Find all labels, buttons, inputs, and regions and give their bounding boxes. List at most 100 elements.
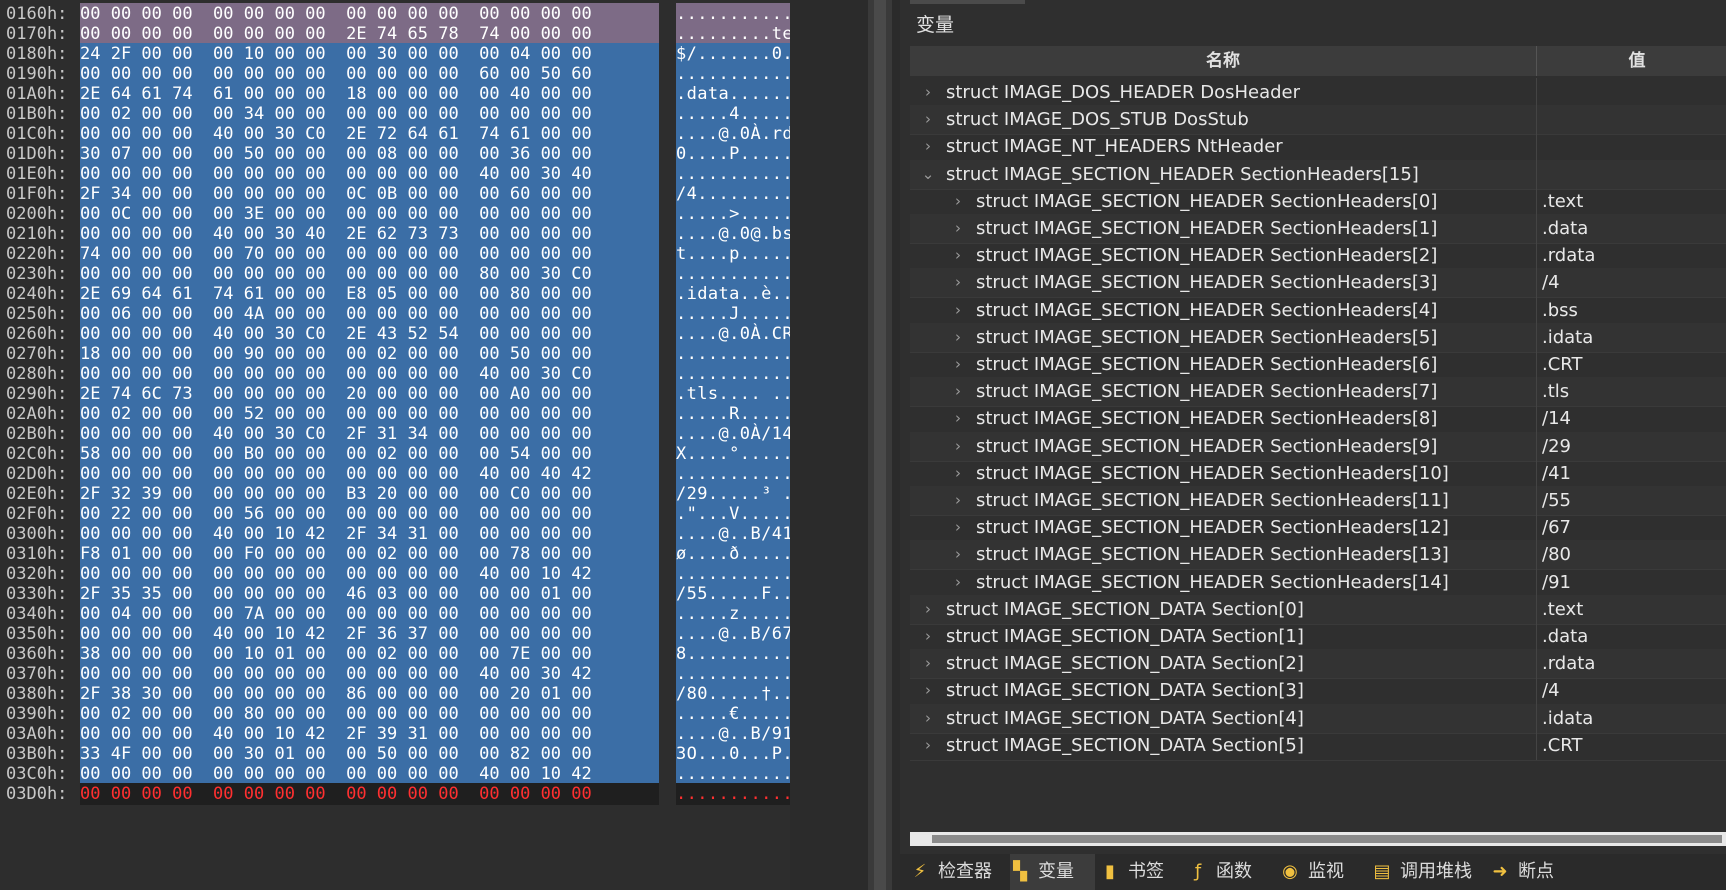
- hex-row[interactable]: 01D0h: 30 07 00 00 00 50 00 00 00 08 00 0…: [0, 143, 790, 165]
- tree-node[interactable]: › struct IMAGE_NT_HEADERS NtHeader: [910, 132, 1726, 163]
- hex-row[interactable]: 0340h: 00 04 00 00 00 7A 00 00 00 00 00 0…: [0, 603, 790, 625]
- hex-ascii[interactable]: .....J..........: [676, 303, 790, 325]
- chevron-right-icon[interactable]: ›: [920, 649, 936, 678]
- hex-ascii[interactable]: ....@..B/67.....: [676, 623, 790, 645]
- hex-ascii[interactable]: ............@.0À: [676, 363, 790, 385]
- hex-row[interactable]: 02E0h: 2F 32 39 00 00 00 00 00 B3 20 00 0…: [0, 483, 790, 505]
- hex-bytes[interactable]: 00 00 00 00 40 00 30 C0 2E 43 52 54 00 0…: [80, 323, 659, 345]
- hex-row[interactable]: 01C0h: 00 00 00 00 40 00 30 C0 2E 72 64 6…: [0, 123, 790, 145]
- hex-bytes[interactable]: 18 00 00 00 00 90 00 00 00 02 00 00 00 5…: [80, 343, 659, 365]
- tree-node[interactable]: › struct IMAGE_SECTION_HEADER SectionHead…: [910, 268, 1726, 299]
- hex-ascii[interactable]: .idata..è....€..: [676, 283, 790, 305]
- tab-eye[interactable]: ◉ 监视: [1280, 854, 1368, 890]
- hex-editor[interactable]: 0160h: 00 00 00 00 00 00 00 00 00 00 00 0…: [0, 0, 790, 890]
- hex-ascii[interactable]: ....@..B/41.....: [676, 523, 790, 545]
- tree-node[interactable]: › struct IMAGE_SECTION_DATA Section[5] .CR…: [910, 730, 1726, 761]
- hex-bytes[interactable]: 74 00 00 00 00 70 00 00 00 00 00 00 00 0…: [80, 243, 659, 265]
- hex-row[interactable]: 02B0h: 00 00 00 00 40 00 30 C0 2F 31 34 0…: [0, 423, 790, 445]
- hex-row[interactable]: 01F0h: 2F 34 00 00 00 00 00 00 0C 0B 00 0…: [0, 183, 790, 205]
- hex-row[interactable]: 01E0h: 00 00 00 00 00 00 00 00 00 00 00 0…: [0, 163, 790, 185]
- hex-ascii[interactable]: .tls.... .... ..: [676, 383, 790, 405]
- hex-ascii[interactable]: ............@.0B: [676, 663, 790, 685]
- hex-row[interactable]: 0300h: 00 00 00 00 40 00 10 42 2F 34 31 0…: [0, 523, 790, 545]
- hex-bytes[interactable]: 30 07 00 00 00 50 00 00 00 08 00 00 00 3…: [80, 143, 659, 165]
- hex-bytes[interactable]: 00 00 00 00 00 00 00 00 00 00 00 00 40 0…: [80, 663, 659, 685]
- hex-ascii[interactable]: ............`.P`: [676, 63, 790, 85]
- chevron-right-icon[interactable]: ›: [920, 105, 936, 134]
- hex-bytes[interactable]: 2F 35 35 00 00 00 00 00 46 03 00 00 00 0…: [80, 583, 659, 605]
- hex-ascii[interactable]: ....@.0À.rdata..: [676, 123, 790, 145]
- hex-row[interactable]: 0380h: 2F 38 30 00 00 00 00 00 86 00 00 0…: [0, 683, 790, 705]
- hex-bytes[interactable]: 00 00 00 00 00 00 00 00 00 00 00 00 40 0…: [80, 463, 659, 485]
- hex-bytes[interactable]: 00 00 00 00 40 00 30 C0 2E 72 64 61 74 6…: [80, 123, 659, 145]
- chevron-right-icon[interactable]: ›: [950, 540, 966, 569]
- chevron-right-icon[interactable]: ›: [950, 404, 966, 433]
- hex-bytes[interactable]: 2E 64 61 74 61 00 00 00 18 00 00 00 00 4…: [80, 83, 659, 105]
- hex-bytes[interactable]: 00 00 00 00 00 00 00 00 00 00 00 00 40 0…: [80, 363, 659, 385]
- chevron-down-icon[interactable]: ⌄: [920, 160, 936, 189]
- hex-bytes[interactable]: 2F 38 30 00 00 00 00 00 86 00 00 00 00 2…: [80, 683, 659, 705]
- tree-node[interactable]: › struct IMAGE_SECTION_DATA Section[3] /4: [910, 676, 1726, 707]
- hex-ascii[interactable]: ................: [676, 3, 790, 25]
- hex-row[interactable]: 03C0h: 00 00 00 00 00 00 00 00 00 00 00 0…: [0, 763, 790, 785]
- hex-ascii[interactable]: .............P..: [676, 343, 790, 365]
- hex-row[interactable]: 03B0h: 33 4F 00 00 00 30 01 00 00 50 00 0…: [0, 743, 790, 765]
- hex-bytes[interactable]: 00 00 00 00 00 00 00 00 00 00 00 00 40 0…: [80, 563, 659, 585]
- hex-bytes[interactable]: 2F 34 00 00 00 00 00 00 0C 0B 00 00 00 6…: [80, 183, 659, 205]
- hex-row[interactable]: 0360h: 38 00 00 00 00 10 01 00 00 02 00 0…: [0, 643, 790, 665]
- column-name-header[interactable]: 名称: [910, 46, 1537, 76]
- hex-bytes[interactable]: 00 00 00 00 00 00 00 00 2E 74 65 78 74 0…: [80, 23, 659, 45]
- hex-row[interactable]: 0260h: 00 00 00 00 40 00 30 C0 2E 43 52 5…: [0, 323, 790, 345]
- hex-bytes[interactable]: 2E 69 64 61 74 61 00 00 E8 05 00 00 00 8…: [80, 283, 659, 305]
- hex-bytes[interactable]: 00 02 00 00 00 80 00 00 00 00 00 00 00 0…: [80, 703, 659, 725]
- hex-ascii[interactable]: /55.....F.......: [676, 583, 790, 605]
- chevron-right-icon[interactable]: ›: [950, 377, 966, 406]
- chevron-right-icon[interactable]: ›: [950, 432, 966, 461]
- hex-ascii[interactable]: ."...V..........: [676, 503, 790, 525]
- hex-bytes[interactable]: 00 02 00 00 00 52 00 00 00 00 00 00 00 0…: [80, 403, 659, 425]
- hex-row[interactable]: 0320h: 00 00 00 00 00 00 00 00 00 00 00 0…: [0, 563, 790, 585]
- column-value-header[interactable]: 值: [1537, 46, 1726, 76]
- hex-ascii[interactable]: .....€..........: [676, 703, 790, 725]
- tree-node[interactable]: › struct IMAGE_SECTION_HEADER SectionHead…: [910, 458, 1726, 489]
- hex-ascii[interactable]: .........text...: [676, 23, 790, 45]
- hex-bytes[interactable]: 00 00 00 00 40 00 10 42 2F 39 31 00 00 0…: [80, 723, 659, 745]
- hex-bytes[interactable]: 00 00 00 00 00 00 00 00 00 00 00 00 00 0…: [80, 3, 659, 25]
- chevron-right-icon[interactable]: ›: [950, 187, 966, 216]
- chevron-right-icon[interactable]: ›: [950, 214, 966, 243]
- tree-node[interactable]: ⌄ struct IMAGE_SECTION_HEADER SectionHead…: [910, 159, 1726, 190]
- tree-node[interactable]: › struct IMAGE_SECTION_HEADER SectionHead…: [910, 295, 1726, 326]
- tree-node[interactable]: › struct IMAGE_SECTION_HEADER SectionHead…: [910, 377, 1726, 408]
- tree-node[interactable]: › struct IMAGE_SECTION_HEADER SectionHead…: [910, 214, 1726, 244]
- chevron-right-icon[interactable]: ›: [950, 296, 966, 325]
- hex-row[interactable]: 0240h: 2E 69 64 61 74 61 00 00 E8 05 00 0…: [0, 283, 790, 305]
- hex-row[interactable]: 0170h: 00 00 00 00 00 00 00 00 2E 74 65 7…: [0, 23, 790, 45]
- chevron-right-icon[interactable]: ›: [920, 704, 936, 733]
- hex-row[interactable]: 0370h: 00 00 00 00 00 00 00 00 00 00 00 0…: [0, 663, 790, 685]
- hex-ascii[interactable]: ............@..B: [676, 763, 790, 785]
- chevron-right-icon[interactable]: ›: [920, 676, 936, 705]
- hex-bytes[interactable]: 00 00 00 00 40 00 10 42 2F 36 37 00 00 0…: [80, 623, 659, 645]
- tab-call-stack[interactable]: ▤ 调用堆栈: [1372, 854, 1487, 890]
- chevron-right-icon[interactable]: ›: [950, 486, 966, 515]
- hex-ascii[interactable]: ....@..B/91.....: [676, 723, 790, 745]
- tree-node[interactable]: › struct IMAGE_SECTION_HEADER SectionHead…: [910, 513, 1726, 544]
- chevron-right-icon[interactable]: ›: [920, 595, 936, 624]
- hex-ascii[interactable]: ....@.0À/14.....: [676, 423, 790, 445]
- chevron-right-icon[interactable]: ›: [950, 323, 966, 352]
- chevron-right-icon[interactable]: ›: [920, 78, 936, 107]
- hex-ascii[interactable]: ............€.0À: [676, 263, 790, 285]
- tab-lightning[interactable]: ⚡ 检查器: [910, 854, 1005, 890]
- hex-row[interactable]: 0390h: 00 02 00 00 00 80 00 00 00 00 00 0…: [0, 703, 790, 725]
- tree-node[interactable]: › struct IMAGE_SECTION_DATA Section[2] .rd…: [910, 649, 1726, 680]
- hex-ascii[interactable]: /80.....†.... ..: [676, 683, 790, 705]
- hex-ascii[interactable]: t....p..........: [676, 243, 790, 265]
- hex-row[interactable]: 0310h: F8 01 00 00 00 F0 00 00 00 02 00 0…: [0, 543, 790, 565]
- hex-ascii[interactable]: 8............~..: [676, 643, 790, 665]
- chevron-right-icon[interactable]: ›: [920, 731, 936, 760]
- horizontal-scrollbar-thumb[interactable]: [932, 835, 1722, 843]
- chevron-right-icon[interactable]: ›: [950, 568, 966, 597]
- tree-node[interactable]: › struct IMAGE_SECTION_HEADER SectionHead…: [910, 241, 1726, 272]
- hex-ascii[interactable]: .....z..........: [676, 603, 790, 625]
- hex-ascii[interactable]: .data........@..: [676, 83, 790, 105]
